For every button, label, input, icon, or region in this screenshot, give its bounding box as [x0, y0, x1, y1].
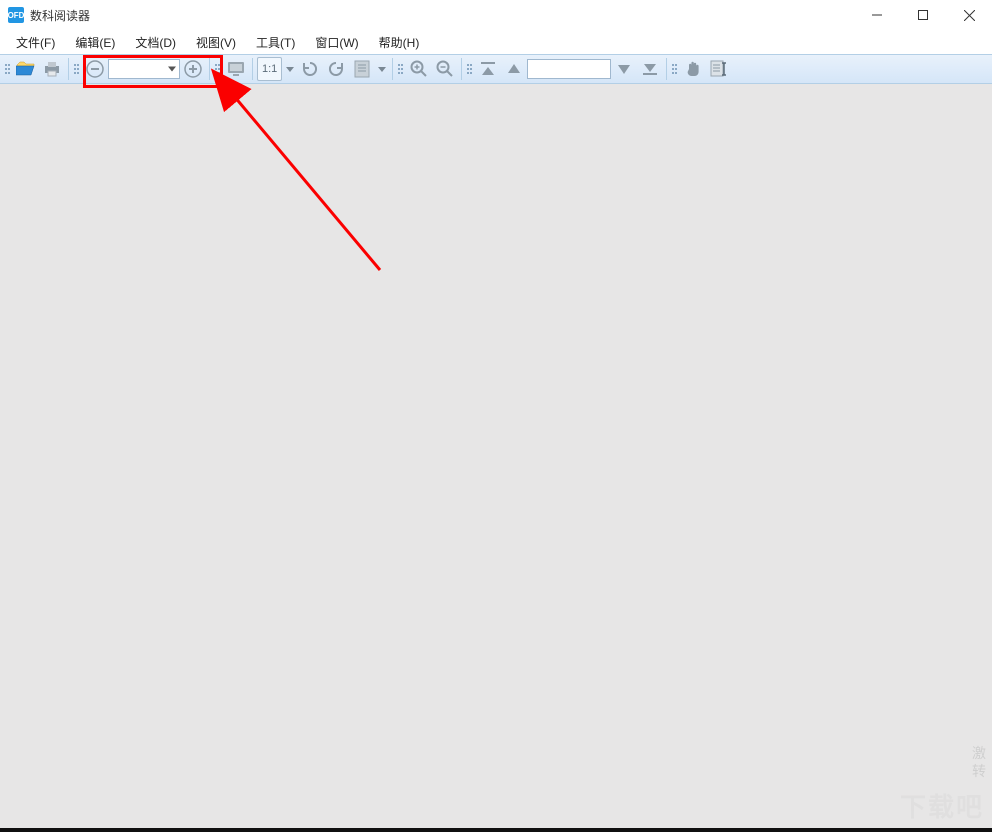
chevron-down-icon — [378, 67, 386, 72]
magnifier-out-button[interactable] — [433, 57, 457, 81]
open-button[interactable] — [14, 57, 38, 81]
zoom-level-combo[interactable] — [108, 59, 180, 79]
monitor-icon — [227, 61, 245, 77]
close-icon — [964, 10, 975, 21]
menu-doc[interactable]: 文档(D) — [125, 31, 186, 54]
toolbar-separator — [209, 58, 210, 80]
printer-icon — [43, 60, 61, 78]
actual-size-button[interactable]: 1:1 — [257, 57, 282, 81]
fit-screen-button[interactable] — [224, 57, 248, 81]
toolbar-separator — [461, 58, 462, 80]
menubar: 文件(F) 编辑(E) 文档(D) 视图(V) 工具(T) 窗口(W) 帮助(H… — [0, 30, 992, 54]
page-layout-icon — [354, 60, 370, 78]
toolbar-grip — [5, 58, 11, 80]
taskbar-edge — [0, 828, 992, 832]
rotate-cw-icon — [327, 60, 345, 78]
toolbar: 1:1 — [0, 54, 992, 84]
toolbar-separator — [252, 58, 253, 80]
toolbar-separator — [392, 58, 393, 80]
document-area: 激 转 下载吧 — [0, 84, 992, 828]
minimize-icon — [872, 10, 882, 20]
app-icon: OFD — [8, 7, 24, 23]
close-button[interactable] — [946, 0, 992, 30]
minimize-button[interactable] — [854, 0, 900, 30]
toolbar-grip — [672, 58, 678, 80]
menu-help[interactable]: 帮助(H) — [369, 31, 430, 54]
toolbar-grip — [467, 58, 473, 80]
print-button[interactable] — [40, 57, 64, 81]
magnifier-in-button[interactable] — [407, 57, 431, 81]
zoom-out-button[interactable] — [83, 57, 107, 81]
select-text-button[interactable] — [707, 57, 731, 81]
rotate-ccw-icon — [301, 60, 319, 78]
arrow-down-icon — [615, 61, 633, 77]
page-layout-dropdown[interactable] — [376, 57, 388, 81]
first-page-icon — [479, 61, 497, 77]
toolbar-separator — [68, 58, 69, 80]
maximize-icon — [918, 10, 928, 20]
watermark-line: 激 — [972, 744, 986, 762]
activation-watermark: 激 转 — [972, 744, 986, 780]
rotate-cw-button[interactable] — [324, 57, 348, 81]
page-number-input[interactable] — [527, 59, 611, 79]
toolbar-grip — [74, 58, 80, 80]
plus-circle-icon — [184, 60, 202, 78]
page-layout-button[interactable] — [350, 57, 374, 81]
first-page-button[interactable] — [476, 57, 500, 81]
chevron-down-icon — [286, 67, 294, 72]
rotate-ccw-button[interactable] — [298, 57, 322, 81]
minus-circle-icon — [86, 60, 104, 78]
titlebar: OFD 数科阅读器 — [0, 0, 992, 30]
watermark-line: 转 — [972, 762, 986, 780]
zoom-in-button[interactable] — [181, 57, 205, 81]
folder-open-icon — [16, 60, 36, 78]
toolbar-grip — [215, 58, 221, 80]
menu-tool[interactable]: 工具(T) — [246, 31, 305, 54]
toolbar-separator — [666, 58, 667, 80]
hand-icon — [684, 60, 702, 78]
last-page-icon — [641, 61, 659, 77]
menu-view[interactable]: 视图(V) — [186, 31, 246, 54]
next-page-button[interactable] — [612, 57, 636, 81]
magnifier-plus-icon — [410, 60, 428, 78]
menu-file[interactable]: 文件(F) — [6, 31, 65, 54]
hand-tool-button[interactable] — [681, 57, 705, 81]
window-title: 数科阅读器 — [30, 7, 90, 24]
text-select-icon — [710, 60, 728, 78]
maximize-button[interactable] — [900, 0, 946, 30]
magnifier-minus-icon — [436, 60, 454, 78]
site-watermark: 下载吧 — [900, 787, 984, 824]
toolbar-grip — [398, 58, 404, 80]
last-page-button[interactable] — [638, 57, 662, 81]
dropdown-caret-icon — [168, 67, 176, 72]
ratio-label: 1:1 — [262, 63, 277, 75]
menu-window[interactable]: 窗口(W) — [305, 31, 368, 54]
menu-edit[interactable]: 编辑(E) — [65, 31, 125, 54]
actual-size-dropdown[interactable] — [284, 57, 296, 81]
prev-page-button[interactable] — [502, 57, 526, 81]
window-controls — [854, 0, 992, 30]
arrow-up-icon — [505, 61, 523, 77]
